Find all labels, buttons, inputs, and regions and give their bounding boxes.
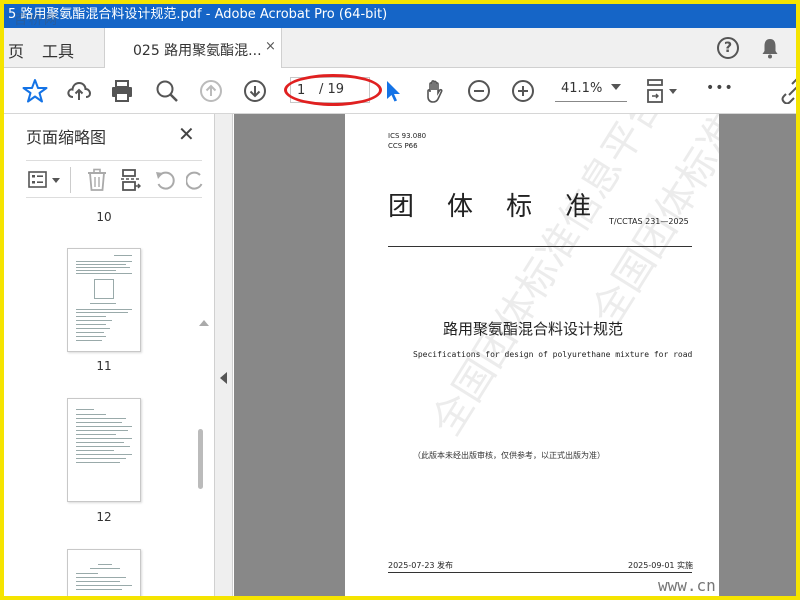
toolbar-divider [70,167,71,193]
page-thumbnail-11[interactable] [67,248,141,352]
document-page: 全国团体标准信息平台 全国团体标准信息平台 ICS 93.080 CCS P66… [345,114,719,596]
zoom-out-icon[interactable] [466,78,492,104]
tab-bar: 页 工具 025 路用聚氨酯混... × [4,28,796,68]
page-up-icon[interactable] [198,78,224,104]
rotate-cw-icon[interactable] [186,169,204,191]
collapse-arrow-icon [220,372,227,384]
tab-document-label: 025 路用聚氨酯混... [133,43,262,59]
tab-document[interactable]: 025 路用聚氨酯混... × [104,28,282,68]
document-title-cn: 路用聚氨酯混合料设计规范 [443,320,624,338]
print-icon[interactable] [109,78,135,104]
panel-collapse-strip[interactable] [215,114,233,596]
help-icon[interactable]: ? [717,37,739,59]
zoom-dropdown[interactable]: 41.1% [555,78,627,102]
page-thumbnails-panel: 页面缩略图 ✕ 10 11 12 [8,114,215,596]
bell-icon[interactable] [761,37,779,59]
annotation-highlight-ellipse [284,74,382,106]
header-rule [388,246,692,247]
window-titlebar: 5 路用聚氨酯混合料设计规范.pdf - Adobe Acrobat Pro (… [4,4,796,28]
select-cursor-icon[interactable] [380,78,406,104]
thumbnail-label-10: 10 [96,210,112,224]
app-window: 5 路用聚氨酯混合料设计规范.pdf - Adobe Acrobat Pro (… [0,0,800,600]
panel-close-button[interactable]: ✕ [178,122,195,146]
tab-home[interactable]: 页 [8,38,24,62]
cloud-upload-icon[interactable] [66,78,92,104]
implement-date: 2025-09-01 实施 [628,561,694,570]
panel-toolbar [26,160,204,198]
panel-title: 页面缩略图 [26,128,107,147]
main-toolbar: ••• [4,68,800,114]
document-viewport: 全国团体标准信息平台 全国团体标准信息平台 ICS 93.080 CCS P66… [234,114,796,596]
page-down-icon[interactable] [242,78,268,104]
site-url-watermark: www.cn [658,576,716,595]
tab-tools[interactable]: 工具 [42,38,74,62]
ccs-code: CCS P66 [388,142,418,150]
zoom-search-icon[interactable] [154,78,180,104]
delete-icon[interactable] [86,168,108,192]
tab-close-button[interactable]: × [265,39,276,54]
scroll-up-arrow[interactable] [199,320,209,326]
standard-number: T/CCTAS 231—2025 [609,217,689,226]
chevron-down-icon [611,84,621,90]
thumbnail-label-12: 12 [96,510,112,524]
issue-date: 2025-07-23 发布 [388,561,454,570]
thumbnail-label-11: 11 [96,359,112,373]
zoom-value: 41.1% [561,81,603,96]
rotate-ccw-icon[interactable] [154,169,176,191]
thumbnail-figure [94,279,114,299]
ics-code: ICS 93.080 [388,132,427,140]
page-thumbnail-13[interactable] [67,549,141,596]
extract-page-icon[interactable] [120,168,142,192]
footer-rule [388,572,692,573]
zoom-in-icon[interactable] [510,78,536,104]
link-icon[interactable] [780,78,800,104]
options-menu-icon[interactable] [28,170,62,190]
page-fit-icon[interactable] [644,78,684,104]
site-logo-watermark: 百桥网 [14,13,60,28]
hand-tool-icon[interactable] [422,78,448,104]
page-thumbnail-12[interactable] [67,398,141,502]
draft-note: （此版本未经出版审核，仅供参考，以正式出版为准） [413,451,605,460]
standard-category: 团 体 标 准 [388,192,592,222]
star-icon[interactable] [22,78,48,104]
more-icon[interactable]: ••• [706,80,734,96]
window-title: 5 路用聚氨酯混合料设计规范.pdf - Adobe Acrobat Pro (… [8,7,388,22]
panel-scrollbar-thumb[interactable] [198,429,203,489]
document-title-en: Specifications for design of polyurethan… [413,350,693,359]
